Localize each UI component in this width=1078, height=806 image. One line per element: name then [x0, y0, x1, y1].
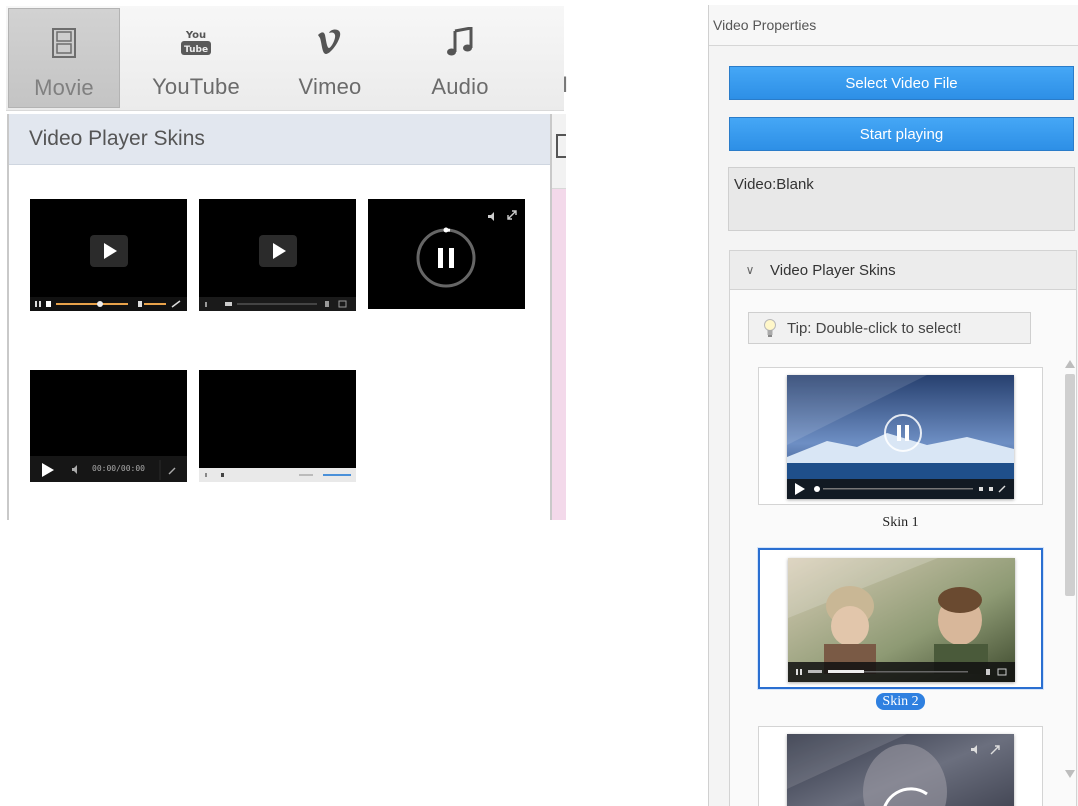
skins-section-title: Video Player Skins: [770, 261, 896, 279]
skin-card-2[interactable]: [758, 548, 1043, 689]
start-playing-button[interactable]: Start playing: [729, 117, 1074, 151]
svg-text:You: You: [185, 30, 206, 41]
media-toolbar: Movie You Tube YouTube Vimeo Audio I: [6, 6, 568, 111]
background-icon: [556, 134, 566, 158]
toolbar-audio-button[interactable]: Audio: [404, 8, 516, 108]
toolbar-item-label: Audio: [431, 74, 489, 99]
video-info-box: Video:Blank: [728, 167, 1075, 231]
skin-thumb-1[interactable]: [30, 199, 187, 311]
svg-text:Tube: Tube: [184, 45, 208, 55]
control-bar: [199, 297, 356, 311]
skin-thumb-3[interactable]: [368, 199, 525, 309]
skin-thumb-2[interactable]: [199, 199, 356, 311]
lightbulb-icon: [763, 318, 777, 338]
select-video-file-button[interactable]: Select Video File: [729, 66, 1074, 100]
play-icon: [90, 235, 128, 267]
background-canvas: [552, 189, 566, 520]
skins-popup-title: Video Player Skins: [9, 114, 550, 165]
skin-card-3[interactable]: [758, 726, 1043, 806]
skin-3-preview: [787, 734, 1014, 806]
scrollbar-thumb[interactable]: [1065, 374, 1075, 596]
skins-scrollbar[interactable]: [1064, 360, 1076, 800]
toolbar-next-item-partial[interactable]: I: [562, 72, 572, 102]
skin-1-label: Skin 1: [882, 515, 919, 530]
scroll-up-icon[interactable]: [1065, 360, 1075, 368]
toolbar-vimeo-button[interactable]: Vimeo: [274, 8, 386, 108]
youtube-icon: You Tube: [179, 20, 213, 64]
music-note-icon: [446, 20, 474, 64]
toolbar-item-label: YouTube: [152, 74, 240, 99]
control-bar: 00:00/00:00: [30, 456, 187, 482]
toolbar-item-label: Vimeo: [298, 74, 362, 99]
time-readout: 00:00/00:00: [92, 464, 145, 473]
chevron-down-icon: ∨: [745, 263, 755, 277]
skin-1-preview: [787, 375, 1014, 499]
toolbar-item-label: Movie: [34, 75, 94, 100]
skin-thumb-4[interactable]: 00:00/00:00: [30, 370, 187, 482]
skin-2-label: Skin 2: [758, 693, 1043, 710]
vimeo-icon: [315, 20, 345, 64]
toolbar-youtube-button[interactable]: You Tube YouTube: [140, 8, 252, 108]
skins-section-header[interactable]: ∨ Video Player Skins: [729, 250, 1077, 290]
tip-box: Tip: Double-click to select!: [748, 312, 1031, 344]
skin-2-preview: [788, 558, 1015, 682]
skin-card-1[interactable]: [758, 367, 1043, 505]
skins-list: Tip: Double-click to select! Skin 1 Skin…: [729, 290, 1077, 806]
play-icon: [259, 235, 297, 267]
skin-thumb-5[interactable]: [199, 370, 356, 482]
control-bar: [199, 468, 356, 482]
video-player-skins-popup: Video Player Skins 00:00/00:00: [7, 114, 552, 520]
control-bar: [30, 297, 187, 311]
toolbar-movie-button[interactable]: Movie: [8, 8, 120, 108]
panel-title: Video Properties: [709, 5, 1078, 46]
video-properties-panel: Video Properties Select Video File Start…: [708, 5, 1078, 806]
tip-text: Tip: Double-click to select!: [787, 319, 962, 337]
scroll-down-icon[interactable]: [1065, 770, 1075, 778]
film-icon: [52, 21, 76, 65]
